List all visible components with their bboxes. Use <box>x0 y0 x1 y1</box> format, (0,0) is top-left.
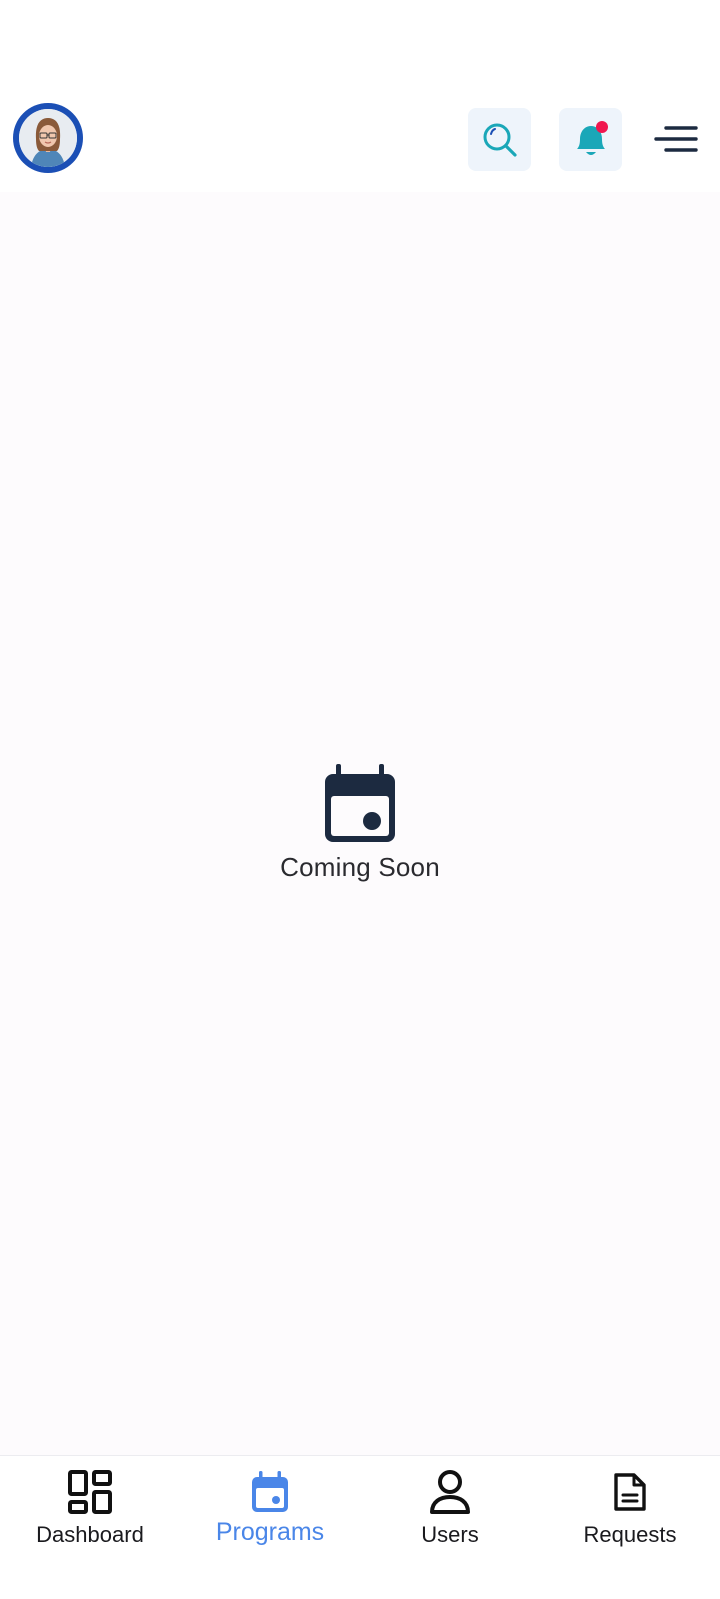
search-button[interactable] <box>468 108 531 171</box>
nav-label-dashboard: Dashboard <box>36 1522 144 1547</box>
nav-item-dashboard[interactable]: Dashboard <box>0 1456 180 1599</box>
app-screen: Coming Soon Dashboard Programs Users Req… <box>0 0 720 1599</box>
nav-item-requests[interactable]: Requests <box>540 1456 720 1599</box>
calendar-icon <box>246 1468 294 1516</box>
nav-label-users: Users <box>421 1522 479 1547</box>
notifications-button[interactable] <box>559 108 622 171</box>
person-portrait-icon <box>19 109 77 167</box>
nav-item-programs[interactable]: Programs <box>180 1456 360 1599</box>
user-icon <box>426 1468 474 1516</box>
hamburger-menu-icon <box>654 126 698 152</box>
coming-soon-text: Coming Soon <box>280 852 440 882</box>
nav-item-users[interactable]: Users <box>360 1456 540 1599</box>
document-icon <box>606 1468 654 1516</box>
avatar-photo <box>19 109 77 167</box>
search-icon <box>483 123 517 157</box>
bottom-navigation: Dashboard Programs Users Requests <box>0 1455 720 1599</box>
dashboard-icon <box>66 1468 114 1516</box>
menu-button[interactable] <box>651 115 701 165</box>
user-avatar[interactable] <box>13 103 83 173</box>
nav-label-programs: Programs <box>215 1518 325 1546</box>
nav-label-requests: Requests <box>583 1522 677 1547</box>
status-bar-area <box>0 0 720 100</box>
calendar-icon <box>325 764 395 842</box>
bell-icon <box>576 120 608 155</box>
empty-state: Coming Soon <box>0 760 720 883</box>
